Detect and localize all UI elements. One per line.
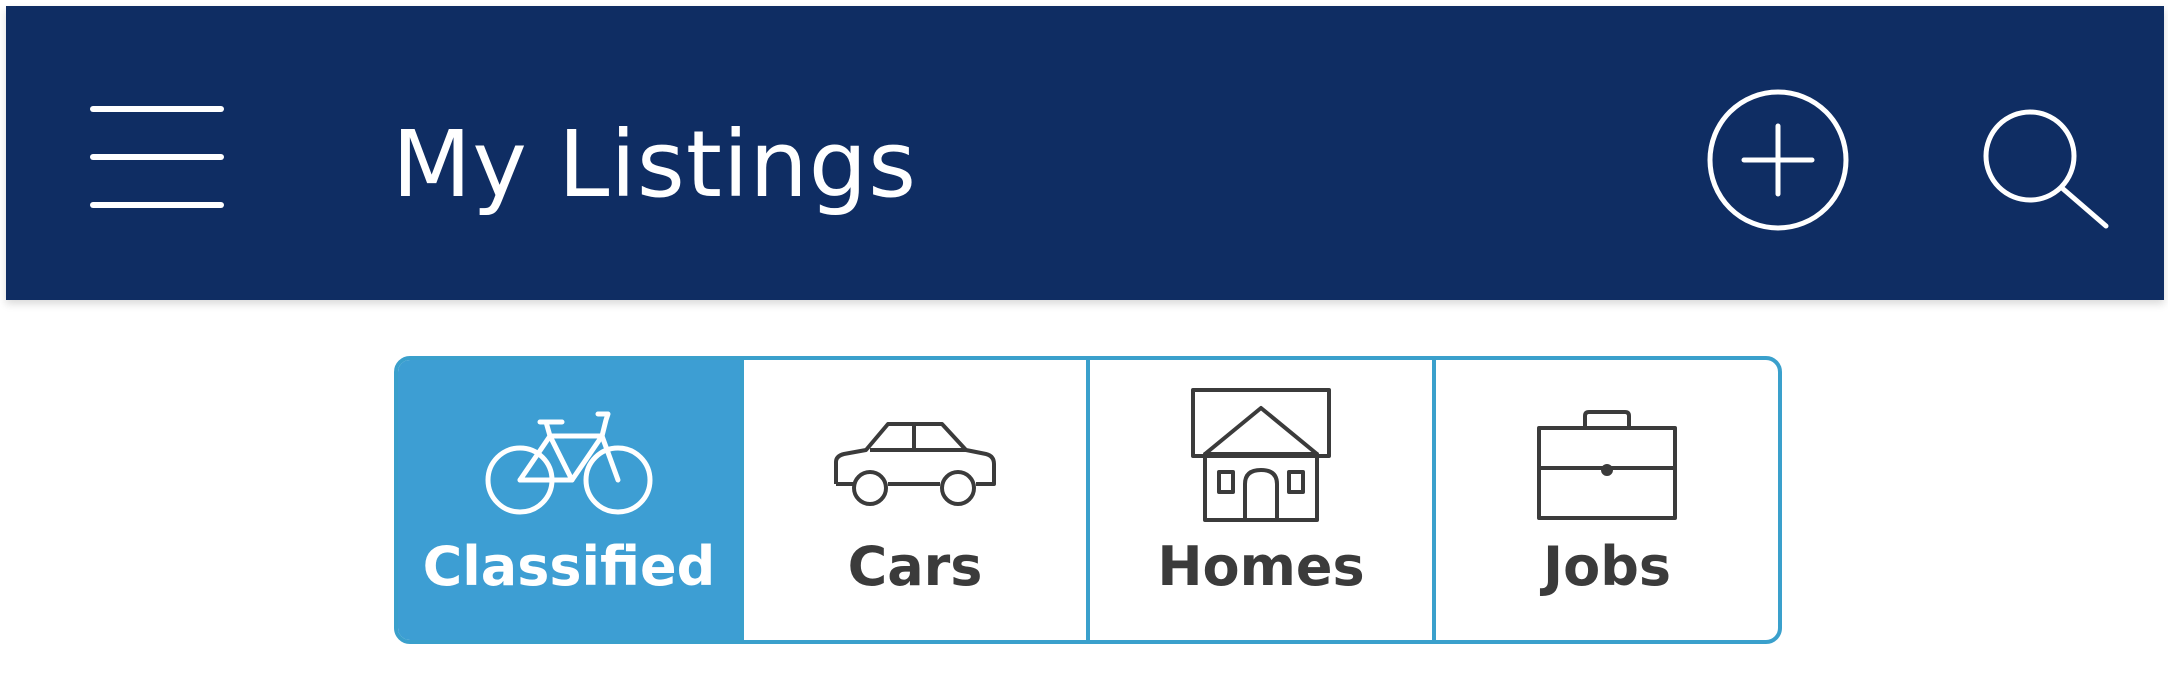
house-icon — [1191, 388, 1331, 522]
tab-homes[interactable]: Homes — [1086, 360, 1432, 640]
car-icon — [834, 422, 996, 506]
tab-cars-label: Cars — [847, 535, 983, 598]
add-listing-button[interactable] — [1706, 88, 1850, 232]
bicycle-icon — [485, 411, 653, 515]
search-button[interactable] — [1970, 106, 2114, 230]
magnifier-icon — [1983, 109, 2109, 229]
tab-classified[interactable]: Classified — [398, 360, 740, 640]
tab-jobs[interactable]: Jobs — [1432, 360, 1778, 640]
plus-circle-icon — [1707, 89, 1849, 231]
tab-classified-label: Classified — [422, 535, 716, 598]
briefcase-icon — [1537, 410, 1677, 520]
menu-button[interactable] — [86, 98, 228, 218]
tab-homes-label: Homes — [1157, 535, 1365, 598]
tab-jobs-label: Jobs — [1543, 535, 1671, 598]
page-title: My Listings — [392, 111, 918, 218]
app-header: My Listings — [6, 6, 2164, 300]
tab-cars[interactable]: Cars — [740, 360, 1086, 640]
category-tabs: Classified Cars Homes Jobs — [394, 356, 1782, 644]
